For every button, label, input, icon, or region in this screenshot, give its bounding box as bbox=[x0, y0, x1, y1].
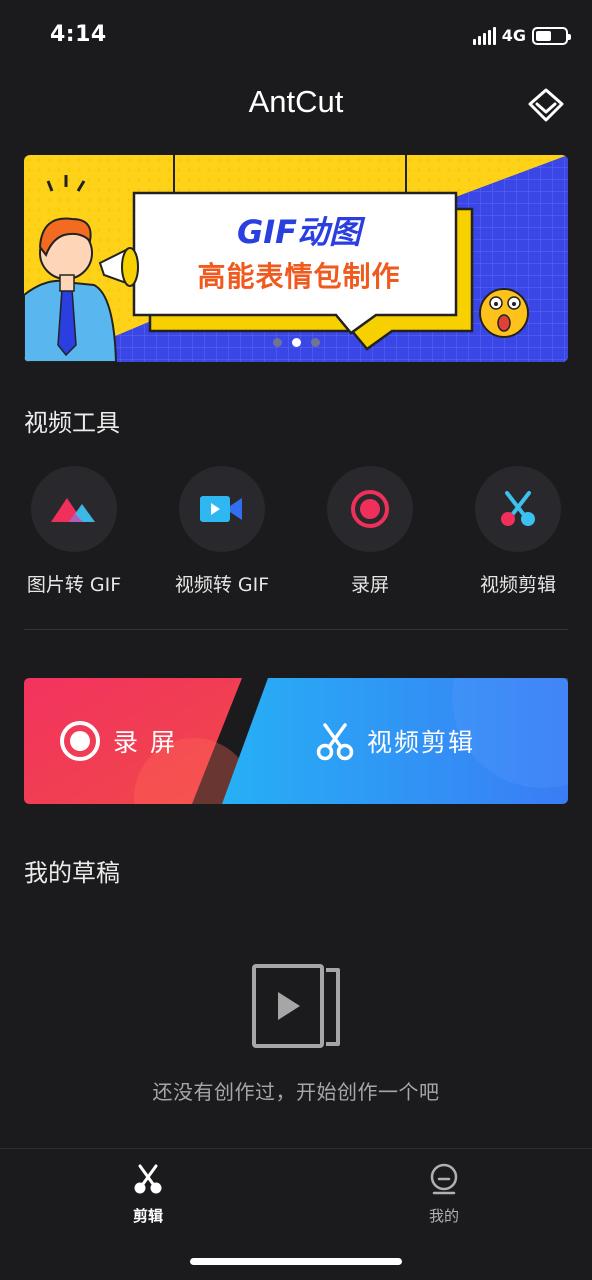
record-icon bbox=[60, 721, 101, 761]
video-tools-grid: 图片转 GIF 视频转 GIF 录屏 视频剪辑 bbox=[0, 466, 592, 606]
tab-profile[interactable]: 我的 bbox=[384, 1163, 504, 1226]
tool-label: 录屏 bbox=[350, 574, 389, 596]
divider bbox=[24, 629, 568, 630]
status-indicators: 4G bbox=[472, 26, 571, 45]
status-bar: 4:14 4G bbox=[0, 0, 592, 72]
record-icon bbox=[351, 490, 389, 528]
tool-video-to-gif[interactable]: 视频转 GIF bbox=[148, 466, 296, 597]
promo-banner[interactable]: GIF动图 高能表情包制作 bbox=[24, 155, 568, 362]
app-title: AntCut bbox=[248, 84, 344, 119]
drafts-empty-state: 还没有创作过，开始创作一个吧 bbox=[0, 960, 592, 1105]
carousel-dot-active[interactable] bbox=[291, 338, 301, 347]
carousel-dots bbox=[24, 338, 568, 347]
record-screen-button[interactable]: 录 屏 bbox=[24, 678, 242, 804]
profile-icon bbox=[430, 1163, 458, 1195]
empty-drafts-text: 还没有创作过，开始创作一个吧 bbox=[152, 1080, 440, 1104]
status-time: 4:14 bbox=[50, 22, 107, 47]
video-camera-icon bbox=[200, 496, 242, 522]
battery-icon bbox=[532, 26, 571, 45]
section-title-video-tools: 视频工具 bbox=[24, 409, 120, 437]
mountain-image-icon bbox=[51, 498, 95, 522]
app-header: AntCut bbox=[0, 82, 592, 130]
diamond-icon[interactable] bbox=[526, 86, 566, 126]
tab-edit[interactable]: 剪辑 bbox=[88, 1163, 208, 1226]
tool-video-edit[interactable]: 视频剪辑 bbox=[444, 466, 592, 597]
scissors-icon bbox=[134, 1164, 162, 1194]
tool-image-to-gif[interactable]: 图片转 GIF bbox=[0, 466, 148, 597]
video-placeholder-icon bbox=[252, 964, 340, 1048]
section-title-drafts: 我的草稿 bbox=[24, 859, 120, 887]
tool-label: 图片转 GIF bbox=[26, 574, 122, 596]
scissors-icon bbox=[316, 723, 354, 761]
tab-label: 剪辑 bbox=[132, 1207, 163, 1225]
carousel-dot[interactable] bbox=[272, 338, 282, 347]
record-button-label: 录 屏 bbox=[113, 728, 177, 757]
tool-label: 视频转 GIF bbox=[174, 574, 270, 596]
tool-label: 视频剪辑 bbox=[479, 574, 556, 596]
tool-screen-record[interactable]: 录屏 bbox=[296, 466, 444, 597]
signal-icon bbox=[472, 26, 496, 45]
carousel-dot[interactable] bbox=[310, 338, 320, 347]
video-edit-button[interactable]: 视频剪辑 bbox=[222, 678, 568, 804]
scissors-icon bbox=[501, 491, 535, 526]
network-type: 4G bbox=[501, 26, 526, 45]
edit-button-label: 视频剪辑 bbox=[366, 728, 475, 757]
banner-title: GIF动图 bbox=[236, 213, 362, 251]
home-indicator[interactable] bbox=[190, 1258, 402, 1265]
tab-label: 我的 bbox=[428, 1207, 459, 1225]
banner-subtitle: 高能表情包制作 bbox=[197, 260, 401, 293]
